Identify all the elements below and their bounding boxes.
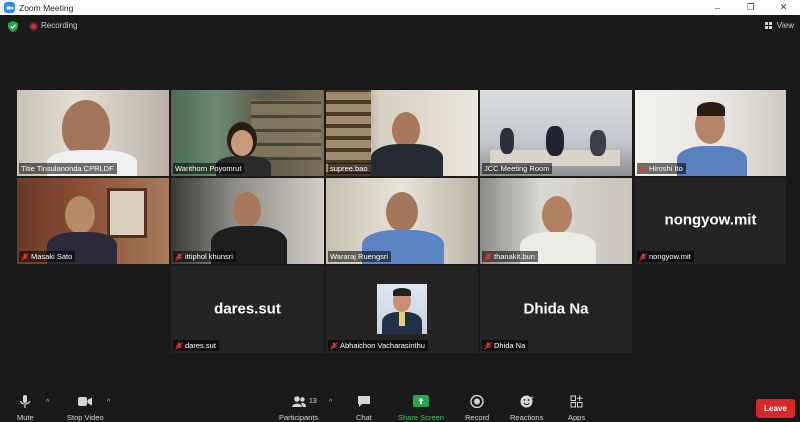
muted-mic-icon (484, 252, 492, 261)
participants-chevron-icon[interactable]: ^ (329, 399, 332, 406)
participants-count: 13 (309, 398, 317, 405)
recording-icon (29, 22, 38, 31)
reactions-button[interactable]: + Reactions (510, 395, 543, 422)
shield-icon[interactable] (8, 21, 18, 32)
participant-display-name: dares.sut (214, 300, 281, 318)
video-tile[interactable]: supree.bao (326, 90, 478, 176)
record-button[interactable]: Record (465, 395, 489, 422)
video-tile[interactable]: JCC Meeting Room (480, 90, 632, 176)
muted-mic-icon (639, 164, 647, 173)
muted-mic-icon (175, 252, 183, 261)
participant-name-tag: thanakit.bun (482, 251, 538, 262)
share-screen-icon (412, 395, 429, 407)
participant-name-tag: nongyow.mit (637, 251, 694, 262)
zoom-logo-icon (4, 2, 15, 13)
reactions-smiley-icon: + (520, 395, 534, 408)
participant-name-tag: dares.sut (173, 340, 219, 351)
video-tile[interactable]: Wararaj Ruengsri (326, 178, 478, 264)
participant-name-tag: Hiroshi Ito (637, 163, 686, 174)
participant-name-tag: Dhida Na (482, 340, 529, 351)
stop-video-button[interactable]: Stop Video (67, 395, 104, 422)
participant-name-tag: Masaki Sato (19, 251, 76, 262)
view-label: View (776, 21, 794, 30)
muted-mic-icon (330, 341, 338, 350)
minimize-button[interactable]: – (701, 0, 734, 15)
chat-icon (357, 396, 370, 407)
participant-name-tag: ittiphol khunsri (173, 251, 236, 262)
participant-name-tag: JCC Meeting Room (482, 163, 553, 174)
svg-text:+: + (530, 395, 534, 401)
video-tile[interactable]: Masaki Sato (17, 178, 169, 264)
apps-button[interactable]: Apps (568, 395, 585, 422)
participant-name-tag: Titie Tinsulanonda CPRLDF (19, 163, 117, 174)
microphone-icon (20, 395, 31, 408)
profile-picture (377, 284, 427, 334)
muted-mic-icon (484, 341, 492, 350)
muted-mic-icon (175, 341, 183, 350)
grid-view-icon (764, 21, 773, 30)
meeting-status-bar: Recording View (0, 15, 800, 37)
video-tile-off[interactable]: Abhaichon Vacharasinthu (326, 266, 478, 353)
video-tile[interactable]: thanakit.bun (480, 178, 632, 264)
video-tile-off[interactable]: dares.sut dares.sut (171, 266, 324, 353)
audio-options-chevron-icon[interactable]: ^ (46, 399, 49, 406)
record-icon (470, 395, 484, 408)
video-tile-off[interactable]: nongyow.mit nongyow.mit (635, 178, 786, 264)
participants-icon (291, 396, 306, 407)
video-camera-icon (78, 397, 93, 406)
apps-icon (570, 395, 583, 408)
share-screen-button[interactable]: Share Screen (398, 395, 444, 422)
title-bar: Zoom Meeting – ❐ ✕ (0, 0, 800, 15)
chat-button[interactable]: Chat (356, 395, 372, 422)
mute-button[interactable]: Mute (17, 395, 34, 422)
window-title: Zoom Meeting (19, 2, 74, 13)
participant-name-tag: Wararaj Ruengsri (328, 251, 392, 262)
participant-display-name: nongyow.mit (664, 211, 757, 229)
video-tile[interactable]: ittiphol khunsri (171, 178, 324, 264)
close-button[interactable]: ✕ (767, 0, 800, 15)
video-tile[interactable]: Hiroshi Ito (635, 90, 786, 176)
leave-button[interactable]: Leave (756, 399, 795, 418)
video-tile-off[interactable]: Dhida Na Dhida Na (480, 266, 632, 353)
participant-display-name: Dhida Na (523, 300, 589, 318)
video-options-chevron-icon[interactable]: ^ (107, 399, 110, 406)
participant-name-tag: Abhaichon Vacharasinthu (328, 340, 428, 351)
meeting-toolbar: Mute ^ Stop Video ^ Participants 13 ^ Ch… (0, 387, 800, 422)
video-tile[interactable]: Titie Tinsulanonda CPRLDF (17, 90, 169, 176)
participant-name-tag: supree.bao (328, 163, 371, 174)
muted-mic-icon (639, 252, 647, 261)
recording-label: Recording (41, 21, 78, 30)
muted-mic-icon (21, 252, 29, 261)
view-button[interactable]: View (764, 21, 794, 30)
video-tile-active-speaker[interactable]: Warithorn Poyomrut (171, 90, 324, 176)
maximize-button[interactable]: ❐ (734, 0, 767, 15)
participant-name-tag: Warithorn Poyomrut (173, 163, 245, 174)
